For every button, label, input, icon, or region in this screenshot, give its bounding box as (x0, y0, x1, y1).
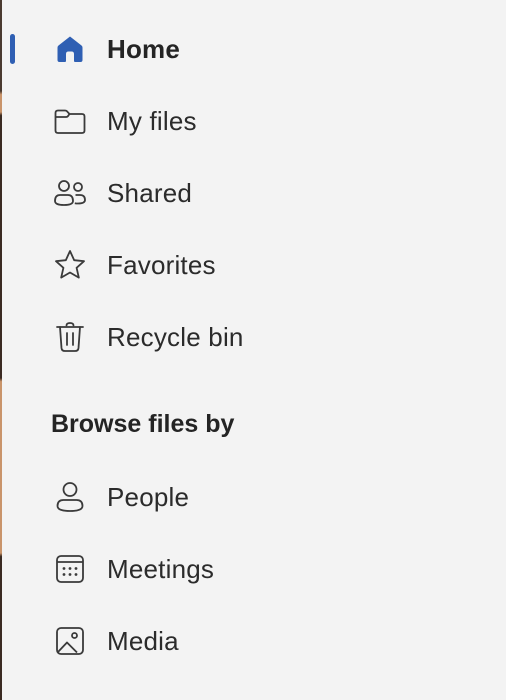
sidebar-item-label: Meetings (107, 553, 215, 584)
trash-icon (52, 319, 88, 355)
sidebar-item-media[interactable]: Media (0, 613, 506, 669)
sidebar-item-shared[interactable]: Shared (0, 165, 506, 221)
person-icon (52, 479, 88, 515)
sidebar-item-home[interactable]: Home (0, 21, 506, 77)
sidebar-item-label: Favorites (107, 249, 216, 280)
star-icon (52, 247, 88, 283)
active-indicator (10, 34, 15, 64)
sidebar-item-label: Shared (107, 177, 193, 208)
folder-icon (52, 103, 88, 139)
sidebar-item-label: People (107, 481, 190, 512)
home-icon (52, 31, 88, 67)
calendar-icon (52, 551, 88, 587)
sidebar-item-label: Home (107, 33, 181, 64)
sidebar-item-favorites[interactable]: Favorites (0, 237, 506, 293)
section-heading-browse: Browse files by (51, 410, 235, 438)
sidebar-item-meetings[interactable]: Meetings (0, 541, 506, 597)
sidebar-item-people[interactable]: People (0, 469, 506, 525)
sidebar-item-label: Recycle bin (107, 321, 244, 352)
sidebar-item-my-files[interactable]: My files (0, 93, 506, 149)
sidebar-item-label: My files (107, 105, 197, 136)
sidebar-item-recycle-bin[interactable]: Recycle bin (0, 309, 506, 365)
people-icon (52, 175, 88, 211)
sidebar-item-label: Media (107, 625, 179, 656)
image-icon (52, 623, 88, 659)
